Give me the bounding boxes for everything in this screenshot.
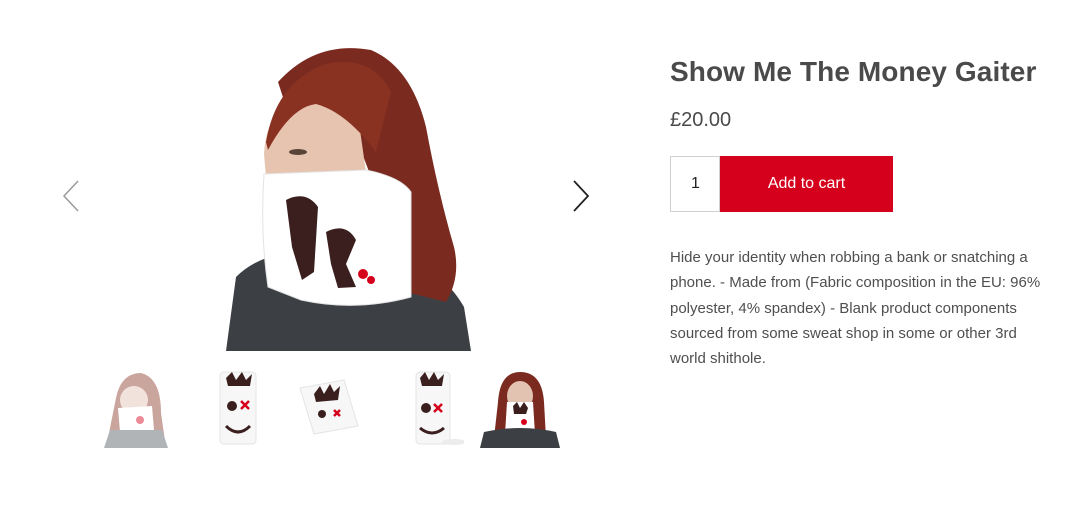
thumbnail-gaiter-front[interactable] <box>192 368 272 448</box>
add-to-cart-form: Add to cart <box>670 156 893 212</box>
thumbnail-gaiter-flat[interactable] <box>288 368 368 448</box>
previous-image-button[interactable] <box>56 176 86 216</box>
product-title: Show Me The Money Gaiter <box>670 56 1037 87</box>
chevron-right-icon <box>572 179 590 213</box>
product-gallery <box>0 0 640 513</box>
next-image-button[interactable] <box>566 176 596 216</box>
product-price: £20.00 <box>670 109 732 131</box>
thumbnail-model-side[interactable] <box>96 368 176 448</box>
thumbnail-model-front[interactable] <box>480 368 560 448</box>
product-description: Hide your identity when robbing a bank o… <box>670 249 1041 368</box>
chevron-left-icon <box>62 179 80 213</box>
thumbnail-strip <box>96 368 560 448</box>
thumbnail-gaiter-angle[interactable] <box>384 368 464 448</box>
add-to-cart-button[interactable]: Add to cart <box>720 156 893 212</box>
product-main-image <box>206 42 476 351</box>
quantity-input[interactable] <box>670 156 720 212</box>
